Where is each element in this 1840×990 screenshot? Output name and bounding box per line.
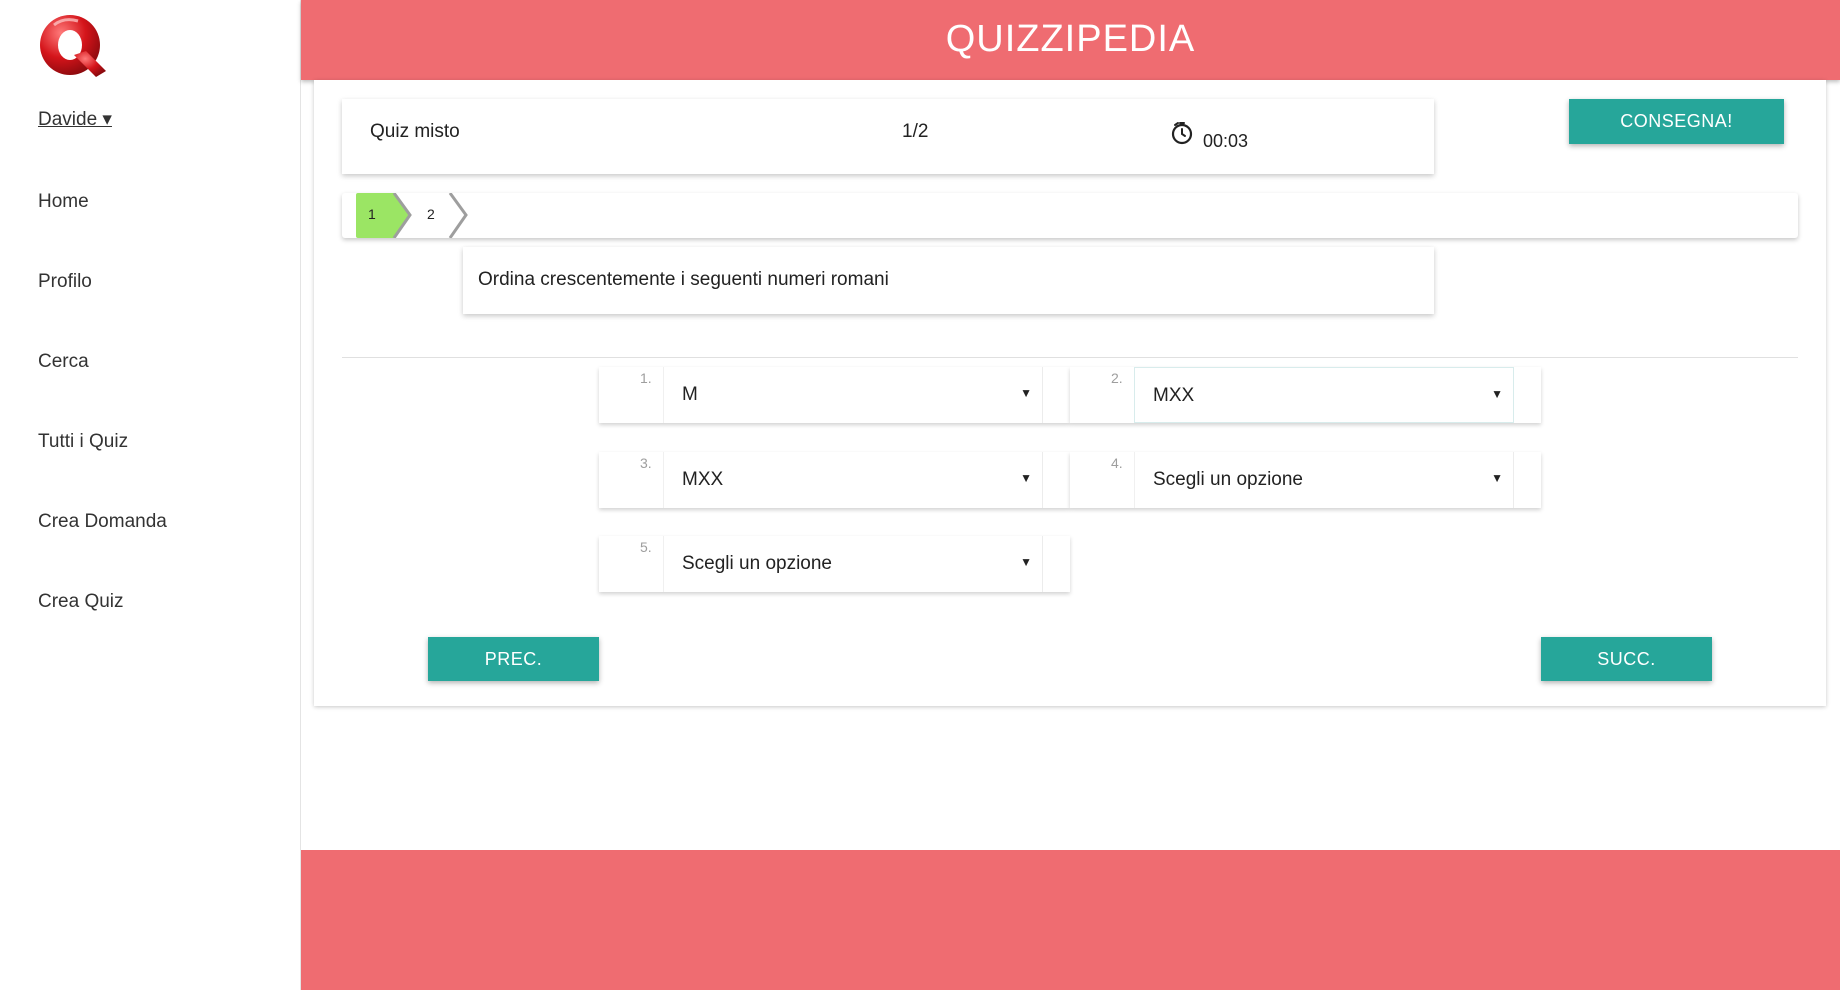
quiz-progress: 1/2 [902,121,929,142]
answer-row: 5. Scegli un opzione ▼ [599,536,1070,592]
answer-selected-value: MXX [682,469,724,490]
sidebar: Davide ▾ Home Profilo Cerca Tutti i Quiz… [0,0,301,990]
answer-number: 2. [1111,370,1123,386]
next-question-button[interactable]: SUCC. [1541,637,1712,681]
question-stepper: 1 2 [342,193,1798,238]
quizzipedia-logo[interactable] [34,11,114,83]
answer-select[interactable]: MXX ▼ [1134,367,1514,423]
step-2-chip[interactable] [396,193,476,238]
answer-select[interactable]: MXX ▼ [663,452,1043,508]
dropdown-caret-icon: ▼ [1020,471,1032,485]
answer-select[interactable]: M ▼ [663,367,1043,423]
answer-number: 1. [640,370,652,386]
user-menu[interactable]: Davide ▾ [38,108,112,131]
timer-icon [1171,122,1193,145]
step-1-label[interactable]: 1 [368,206,376,222]
footer-bar [301,850,1840,990]
dropdown-caret-icon: ▼ [1491,387,1503,401]
quiz-info-bar: Quiz misto 1/2 00:03 [342,99,1434,174]
answer-selected-value: Scegli un opzione [682,553,832,574]
question-box: Ordina crescentemente i seguenti numeri … [463,247,1434,314]
dropdown-caret-icon: ▼ [1020,386,1032,400]
question-text: Ordina crescentemente i seguenti numeri … [478,269,889,290]
divider [342,357,1798,358]
answer-number: 4. [1111,455,1123,471]
answer-selected-value: MXX [1153,385,1195,406]
sidebar-item-profilo[interactable]: Profilo [38,271,92,293]
sidebar-item-crea-quiz[interactable]: Crea Quiz [38,591,124,613]
submit-quiz-button[interactable]: CONSEGNA! [1569,99,1784,144]
answer-number: 3. [640,455,652,471]
answer-selected-value: Scegli un opzione [1153,469,1303,490]
timer-value: 00:03 [1203,131,1249,151]
answer-row: 2. MXX ▼ [1070,367,1541,423]
sidebar-item-home[interactable]: Home [38,191,89,213]
answer-row: 4. Scegli un opzione ▼ [1070,452,1541,508]
quiz-name: Quiz misto [370,121,460,142]
previous-question-button[interactable]: PREC. [428,637,599,681]
sidebar-item-cerca[interactable]: Cerca [38,351,89,373]
answer-row: 1. M ▼ [599,367,1070,423]
step-2-label[interactable]: 2 [427,206,435,222]
sidebar-item-crea-domanda[interactable]: Crea Domanda [38,511,167,533]
answer-number: 5. [640,539,652,555]
answer-select[interactable]: Scegli un opzione ▼ [1134,452,1514,508]
dropdown-caret-icon: ▼ [1491,471,1503,485]
dropdown-caret-icon: ▼ [1020,555,1032,569]
app-title: QUIZZIPEDIA [945,18,1196,60]
answer-row: 3. MXX ▼ [599,452,1070,508]
answer-select[interactable]: Scegli un opzione ▼ [663,536,1043,592]
header-bar: QUIZZIPEDIA [301,0,1840,80]
answer-selected-value: M [682,384,698,405]
sidebar-item-tutti-i-quiz[interactable]: Tutti i Quiz [38,431,128,453]
